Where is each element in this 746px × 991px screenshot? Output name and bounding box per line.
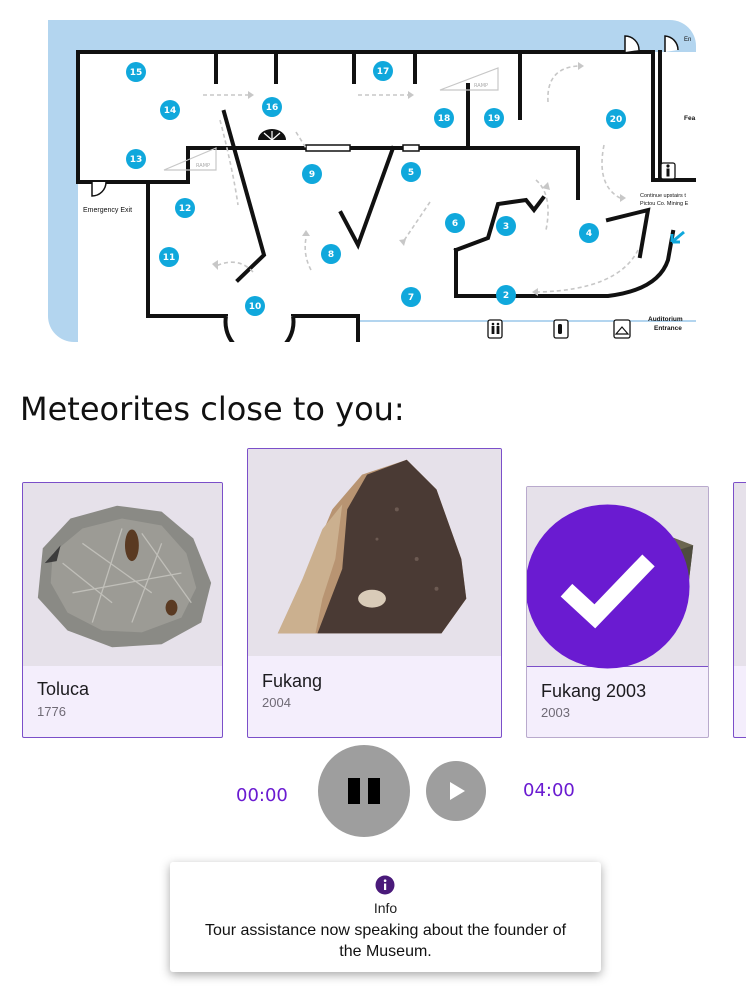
meteorite-card-toluca[interactable]: Toluca 1776 [22,482,223,738]
svg-text:9: 9 [309,170,315,180]
svg-text:Pictou Co. Mining E: Pictou Co. Mining E [640,201,689,207]
svg-text:2: 2 [503,291,509,301]
meteorite-image [23,483,222,666]
current-time: 00:00 [236,785,288,806]
svg-text:6: 6 [452,219,458,229]
room-marker[interactable]: 2 [496,285,516,305]
room-marker[interactable]: 16 [262,97,282,117]
svg-text:13: 13 [130,155,143,165]
pause-button[interactable] [318,745,410,837]
svg-text:RAMP: RAMP [474,83,488,89]
room-marker[interactable]: 11 [159,247,179,267]
room-marker[interactable]: 3 [496,216,516,236]
svg-text:12: 12 [179,204,192,214]
room-marker[interactable]: 10 [245,296,265,316]
toast-label: Info [373,900,398,916]
room-marker[interactable]: 12 [175,198,195,218]
room-marker[interactable]: 14 [160,100,180,120]
meteorite-image [248,449,501,656]
room-marker[interactable]: 7 [401,287,421,307]
svg-text:11: 11 [163,253,176,263]
svg-text:Fea: Fea [684,115,696,122]
room-marker[interactable]: 20 [606,109,626,129]
room-marker[interactable]: 4 [579,223,599,243]
room-marker[interactable]: 19 [484,108,504,128]
svg-text:8: 8 [328,250,334,260]
room-marker[interactable]: 13 [126,149,146,169]
room-marker[interactable]: 17 [373,61,393,81]
meteorite-year: 2004 [262,695,291,710]
svg-text:18: 18 [438,114,451,124]
meteorite-year: 1776 [37,704,66,719]
svg-text:Continue upstairs t: Continue upstairs t [640,193,686,199]
meteorite-card-partial[interactable] [733,482,746,738]
play-button[interactable] [426,761,486,821]
info-toast: Info Tour assistance now speaking about … [170,862,601,972]
meteorite-name: Fukang [262,671,323,691]
svg-text:RAMP: RAMP [196,163,210,169]
room-marker[interactable]: 6 [445,213,465,233]
meteorite-image [527,487,708,669]
toast-message: Tour assistance now speaking about the f… [204,922,567,960]
svg-text:15: 15 [130,68,143,78]
meteorite-image [734,483,746,666]
info-icon [375,875,395,895]
check-circle-icon [527,504,690,669]
svg-text:14: 14 [164,106,177,116]
meteorite-name: Fukang 2003 [541,681,647,701]
meteorite-year: 2003 [541,705,570,720]
svg-text:20: 20 [610,115,623,125]
total-time: 04:00 [523,780,575,801]
svg-text:17: 17 [377,67,390,77]
room-marker[interactable]: 9 [302,164,322,184]
svg-text:7: 7 [408,293,414,303]
svg-text:Auditorium: Auditorium [648,316,683,323]
svg-text:5: 5 [408,168,414,178]
pause-icon [348,778,380,804]
meteorite-name: Toluca [37,679,90,699]
play-icon [450,782,465,800]
museum-floor-map: RAMP RAMP Emergency Exit Continue upstai… [48,20,698,358]
svg-text:3: 3 [503,222,509,232]
svg-text:Entrance: Entrance [654,325,682,332]
room-marker[interactable]: 8 [321,244,341,264]
room-marker[interactable]: 5 [401,162,421,182]
section-title: Meteorites close to you: [20,390,405,428]
meteorite-card-fukang[interactable]: Fukang 2004 [247,448,502,738]
svg-text:19: 19 [488,114,501,124]
room-marker[interactable]: 15 [126,62,146,82]
svg-text:16: 16 [266,103,279,113]
svg-text:10: 10 [249,302,262,312]
svg-text:Emergency Exit: Emergency Exit [83,207,132,214]
svg-text:4: 4 [586,229,592,239]
room-marker[interactable]: 18 [434,108,454,128]
svg-text:En: En [684,37,691,43]
meteorite-card-fukang-2003[interactable]: Fukang 2003 2003 [526,486,709,738]
